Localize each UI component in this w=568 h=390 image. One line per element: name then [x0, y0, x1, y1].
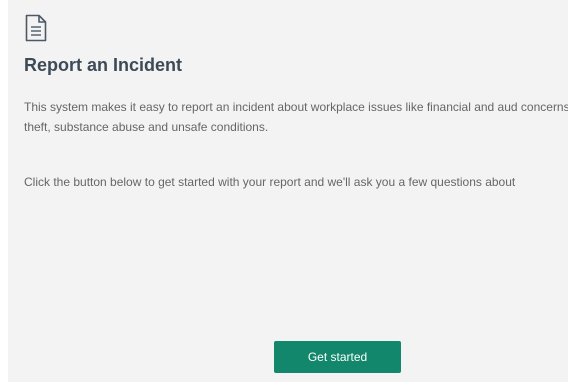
page-title: Report an Incident: [24, 55, 183, 75]
get-started-button[interactable]: Get started: [274, 341, 401, 373]
intro-paragraph: This system makes it easy to report an i…: [24, 100, 568, 134]
instructions-paragraph: Click the button below to get started wi…: [24, 175, 516, 189]
incident-panel: Report an Incident This system makes it …: [8, 0, 568, 382]
document-icon: [25, 14, 47, 42]
